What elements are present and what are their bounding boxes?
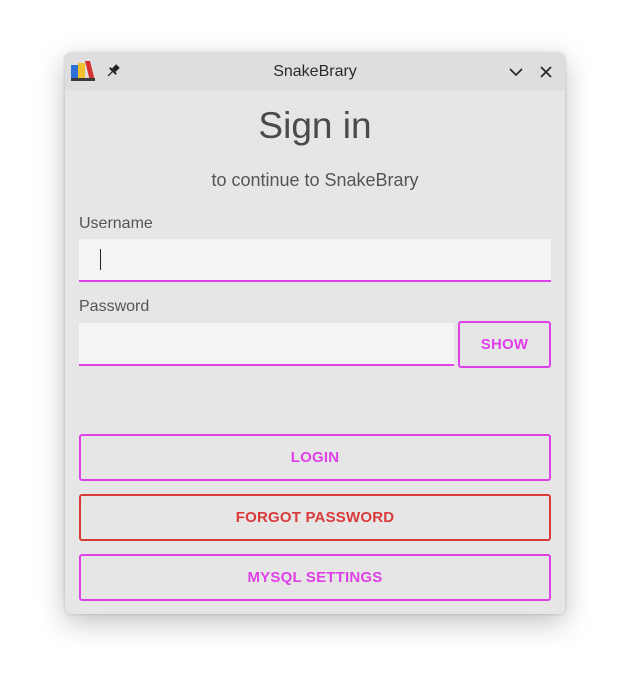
show-password-button[interactable]: SHOW: [458, 321, 551, 368]
chevron-down-icon[interactable]: [505, 61, 527, 83]
page-subtitle: to continue to SnakeBrary: [211, 170, 419, 190]
mysql-settings-button[interactable]: MYSQL SETTINGS: [79, 554, 551, 601]
title-bar[interactable]: SnakeBrary: [65, 53, 565, 90]
login-button[interactable]: LOGIN: [79, 434, 551, 481]
page-title: Sign in: [258, 105, 372, 146]
forgot-password-button[interactable]: FORGOT PASSWORD: [79, 494, 551, 541]
close-icon[interactable]: [535, 61, 557, 83]
password-label: Password: [79, 298, 150, 315]
text-caret: [100, 249, 101, 270]
username-label: Username: [79, 215, 153, 232]
signin-window: SnakeBrary Sign in to continue to SnakeB…: [65, 53, 565, 614]
window-title: SnakeBrary: [273, 63, 357, 80]
password-field[interactable]: [79, 323, 454, 366]
username-field[interactable]: [79, 239, 551, 282]
